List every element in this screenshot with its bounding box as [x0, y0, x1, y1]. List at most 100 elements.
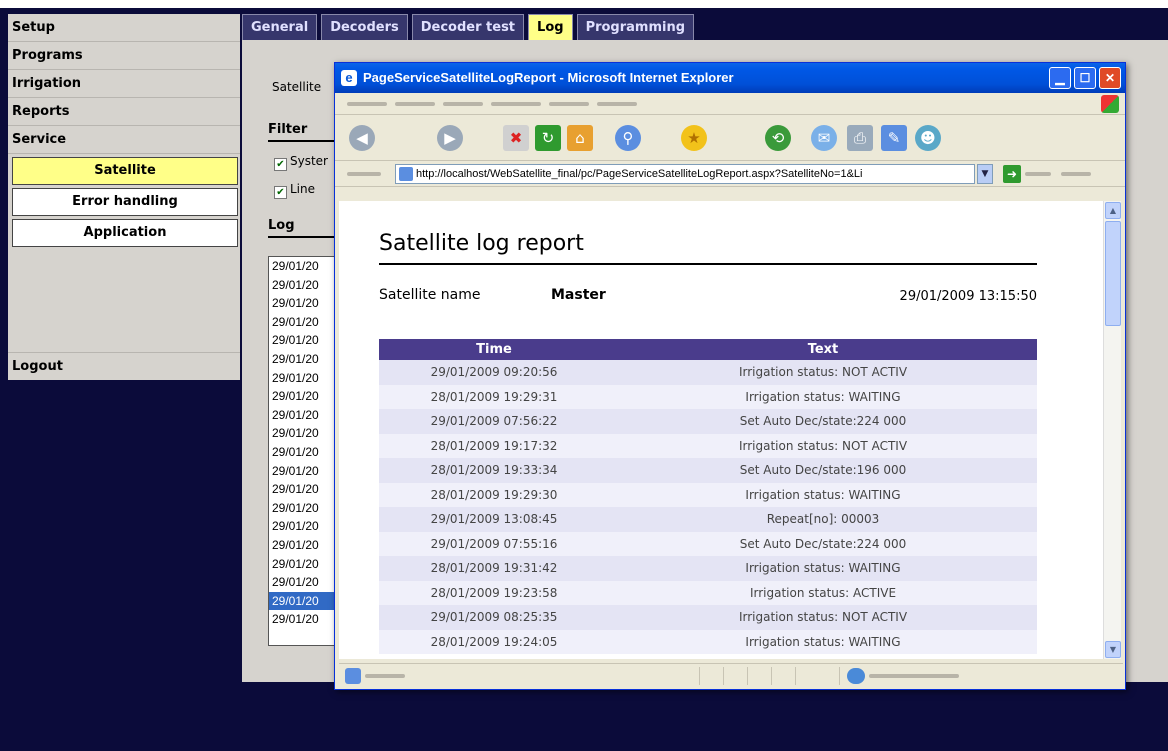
browser-titlebar[interactable]: e PageServiceSatelliteLogReport - Micros…: [335, 63, 1125, 93]
nav-irrigation[interactable]: Irrigation: [8, 70, 240, 98]
links-label[interactable]: [1061, 172, 1091, 176]
forward-icon[interactable]: ▶: [437, 125, 463, 151]
text-cell: Set Auto Dec/state:224 000: [609, 409, 1037, 434]
nav-setup[interactable]: Setup: [8, 14, 240, 42]
status-divider: [699, 667, 700, 685]
time-cell: 28/01/2009 19:23:58: [379, 580, 609, 605]
menu-item[interactable]: [443, 102, 483, 106]
nav-reports[interactable]: Reports: [8, 98, 240, 126]
system-checkbox-label: Syster: [290, 154, 328, 168]
zone-text: [869, 674, 959, 678]
status-divider: [723, 667, 724, 685]
close-button[interactable]: ✕: [1099, 67, 1121, 89]
text-cell: Irrigation status: WAITING: [609, 556, 1037, 581]
tab-bar: General Decoders Decoder test Log Progra…: [242, 14, 698, 40]
address-bar: http://localhost/WebSatellite_final/pc/P…: [335, 161, 1125, 187]
table-row: 29/01/2009 13:08:45 Repeat[no]: 00003: [379, 507, 1037, 532]
back-icon[interactable]: ◀: [349, 125, 375, 151]
browser-toolbar: ◀ ▶ ✖ ↻ ⌂ ⚲ ★ ⟲ ✉ ⎙ ✎ ☻: [335, 115, 1125, 161]
messenger-icon[interactable]: ☻: [915, 125, 941, 151]
text-cell: Repeat[no]: 00003: [609, 507, 1037, 532]
time-cell: 28/01/2009 19:29:30: [379, 482, 609, 507]
address-label: [347, 172, 381, 176]
line-checkbox[interactable]: ✔ Line: [274, 182, 315, 199]
time-cell: 28/01/2009 19:29:31: [379, 384, 609, 409]
windows-logo-icon: [1101, 95, 1119, 113]
edit-icon[interactable]: ✎: [881, 125, 907, 151]
browser-menubar: [335, 93, 1125, 115]
table-row: 29/01/2009 07:56:22 Set Auto Dec/state:22…: [379, 409, 1037, 434]
search-icon[interactable]: ⚲: [615, 125, 641, 151]
satellite-label: Satellite: [272, 80, 322, 94]
time-cell: 28/01/2009 19:33:34: [379, 458, 609, 483]
scroll-down-icon[interactable]: ▼: [1105, 641, 1121, 658]
text-cell: Irrigation status: ACTIVE: [609, 580, 1037, 605]
subnav-error-handling[interactable]: Error handling: [12, 188, 238, 216]
column-header-time: Time: [379, 339, 609, 360]
scroll-thumb[interactable]: [1105, 221, 1121, 326]
browser-title: PageServiceSatelliteLogReport - Microsof…: [363, 70, 734, 85]
maximize-button[interactable]: ☐: [1074, 67, 1096, 89]
report-title: Satellite log report: [379, 231, 584, 256]
check-icon: ✔: [274, 158, 287, 171]
time-cell: 29/01/2009 07:55:16: [379, 531, 609, 556]
system-checkbox[interactable]: ✔ Syster: [274, 154, 328, 171]
status-bar: [339, 663, 1123, 687]
refresh-icon[interactable]: ↻: [535, 125, 561, 151]
menu-item[interactable]: [491, 102, 541, 106]
table-row: 28/01/2009 19:24:05 Irrigation status: WA…: [379, 629, 1037, 654]
subnav-application[interactable]: Application: [12, 219, 238, 247]
table-row: 28/01/2009 19:17:32 Irrigation status: NO…: [379, 433, 1037, 458]
mail-icon[interactable]: ✉: [811, 125, 837, 151]
status-divider: [795, 667, 796, 685]
table-row: 29/01/2009 08:25:35 Irrigation status: NO…: [379, 605, 1037, 630]
tab-log[interactable]: Log: [528, 14, 573, 40]
nav-service[interactable]: Service: [8, 126, 240, 154]
tab-decoders[interactable]: Decoders: [321, 14, 408, 40]
time-cell: 29/01/2009 08:25:35: [379, 605, 609, 630]
table-header-row: Time Text: [379, 339, 1037, 360]
menu-item[interactable]: [597, 102, 637, 106]
menu-item[interactable]: [549, 102, 589, 106]
status-divider: [747, 667, 748, 685]
logout-button[interactable]: Logout: [8, 352, 240, 380]
table-row: 29/01/2009 07:55:16 Set Auto Dec/state:22…: [379, 531, 1037, 556]
zone-icon: [847, 668, 865, 684]
page-status-icon: [345, 668, 361, 684]
column-header-text: Text: [609, 339, 1037, 360]
subnav-satellite[interactable]: Satellite: [12, 157, 238, 185]
vertical-scrollbar[interactable]: ▲ ▼: [1103, 201, 1121, 659]
go-arrow-icon[interactable]: ➜: [1003, 165, 1021, 183]
go-label[interactable]: [1025, 172, 1051, 176]
time-cell: 28/01/2009 19:31:42: [379, 556, 609, 581]
scroll-up-icon[interactable]: ▲: [1105, 202, 1121, 219]
nav-programs[interactable]: Programs: [8, 42, 240, 70]
line-checkbox-label: Line: [290, 182, 316, 196]
tab-decoder-test[interactable]: Decoder test: [411, 14, 525, 40]
text-cell: Irrigation status: NOT ACTIV: [609, 433, 1037, 458]
tab-programming[interactable]: Programming: [576, 14, 695, 40]
favorites-icon[interactable]: ★: [681, 125, 707, 151]
ie-icon: e: [341, 70, 357, 86]
filter-rule: [268, 140, 338, 142]
left-navigation: Setup Programs Irrigation Reports Servic…: [8, 14, 240, 380]
minimize-button[interactable]: ▁: [1049, 67, 1071, 89]
page-icon: [399, 167, 413, 181]
browser-window: e PageServiceSatelliteLogReport - Micros…: [334, 62, 1126, 690]
address-input[interactable]: http://localhost/WebSatellite_final/pc/P…: [395, 164, 975, 184]
status-divider: [839, 667, 840, 685]
chevron-down-icon[interactable]: ▼: [977, 164, 993, 184]
tab-general[interactable]: General: [242, 14, 318, 40]
time-cell: 29/01/2009 13:08:45: [379, 507, 609, 532]
text-cell: Irrigation status: WAITING: [609, 482, 1037, 507]
title-rule: [379, 263, 1037, 265]
time-cell: 29/01/2009 07:56:22: [379, 409, 609, 434]
home-icon[interactable]: ⌂: [567, 125, 593, 151]
table-row: 28/01/2009 19:23:58 Irrigation status: AC…: [379, 580, 1037, 605]
history-icon[interactable]: ⟲: [765, 125, 791, 151]
menu-item[interactable]: [395, 102, 435, 106]
stop-icon[interactable]: ✖: [503, 125, 529, 151]
table-row: 28/01/2009 19:33:34 Set Auto Dec/state:19…: [379, 458, 1037, 483]
menu-item[interactable]: [347, 102, 387, 106]
print-icon[interactable]: ⎙: [847, 125, 873, 151]
